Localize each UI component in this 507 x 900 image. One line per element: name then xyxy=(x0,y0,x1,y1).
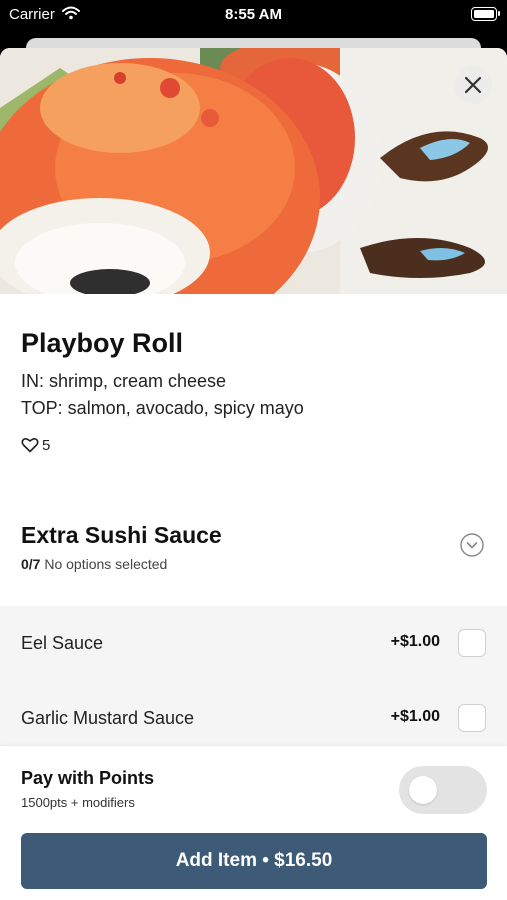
chevron-down-icon xyxy=(460,533,484,557)
battery-icon xyxy=(471,7,500,21)
modifier-group-title: Extra Sushi Sauce xyxy=(21,522,222,548)
option-label: Garlic Mustard Sauce xyxy=(21,708,195,728)
heart-icon xyxy=(21,437,39,453)
option-price: +$1.00 xyxy=(390,708,440,725)
option-label: Eel Sauce xyxy=(21,633,104,653)
option-price: +$1.00 xyxy=(390,633,440,650)
option-row[interactable]: Eel Sauce +$1.00 xyxy=(0,606,507,681)
option-row[interactable]: Garlic Mustard Sauce +$1.00 xyxy=(0,681,507,756)
status-bar: Carrier 8:55 AM xyxy=(0,0,507,30)
checkout-footer: Pay with Points 1500pts + modifiers Add … xyxy=(0,746,507,900)
modifier-status-text: No options selected xyxy=(44,556,168,572)
modifier-count: 0/7 xyxy=(21,556,41,572)
pay-with-points-title: Pay with Points xyxy=(21,768,155,788)
close-icon xyxy=(464,76,482,94)
add-item-button[interactable]: Add Item • $16.50 xyxy=(21,833,487,889)
pay-with-points-subtitle: 1500pts + modifiers xyxy=(21,795,135,810)
modifier-options-list: Eel Sauce +$1.00 Garlic Mustard Sauce +$… xyxy=(0,606,507,746)
toggle-knob xyxy=(409,776,437,804)
like-button[interactable]: 5 xyxy=(21,435,50,455)
collapse-toggle[interactable] xyxy=(460,533,484,557)
item-title: Playboy Roll xyxy=(21,328,184,358)
item-description-line2: TOP: salmon, avocado, spicy mayo xyxy=(21,398,304,418)
pay-with-points-toggle[interactable] xyxy=(399,766,487,814)
item-photo xyxy=(0,48,507,294)
item-description-line1: IN: shrimp, cream cheese xyxy=(21,371,227,391)
status-time: 8:55 AM xyxy=(225,6,282,23)
option-checkbox[interactable] xyxy=(458,629,486,657)
modifier-group-status: 0/7 No options selected xyxy=(21,556,167,572)
close-button[interactable] xyxy=(454,66,492,104)
item-detail-sheet: Playboy Roll IN: shrimp, cream cheese TO… xyxy=(0,48,507,900)
option-checkbox[interactable] xyxy=(458,704,486,732)
like-count: 5 xyxy=(42,436,51,454)
add-item-label: Add Item • $16.50 xyxy=(175,850,333,871)
